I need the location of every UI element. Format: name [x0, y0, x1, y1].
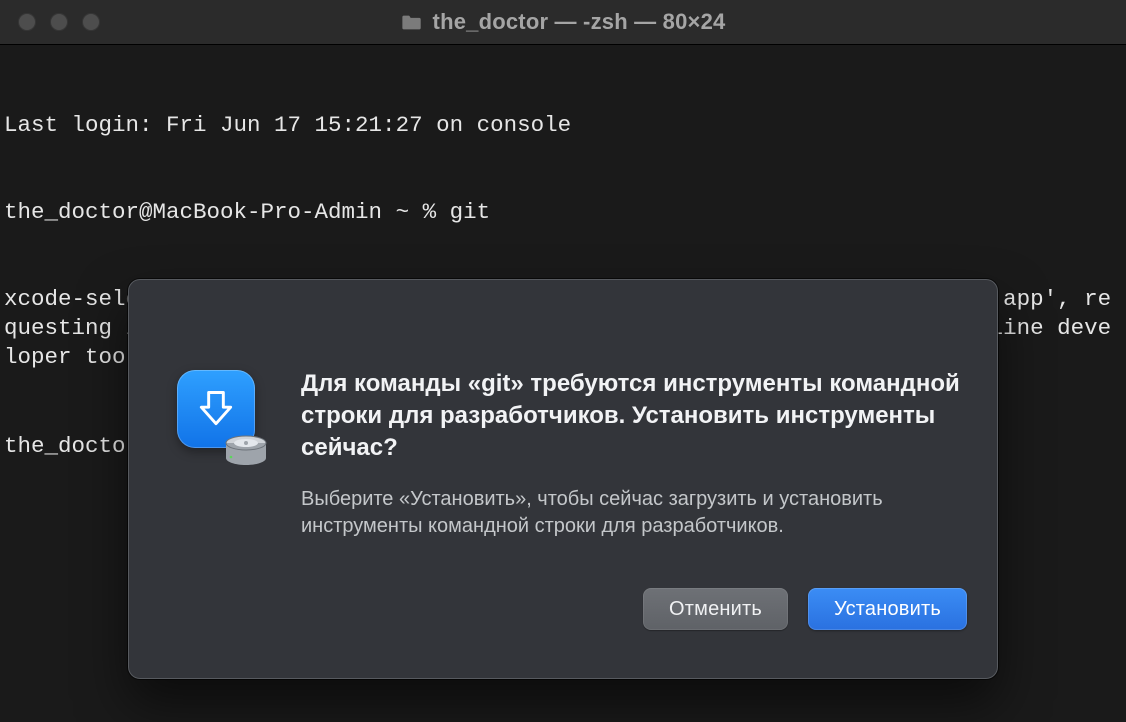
folder-icon	[401, 12, 423, 32]
terminal-line: the_doctor@MacBook-Pro-Admin ~ % git	[4, 198, 1122, 227]
hard-drive-icon	[223, 434, 269, 470]
window-titlebar: the_doctor — -zsh — 80×24	[0, 0, 1126, 45]
dialog-icon-area	[159, 310, 273, 540]
minimize-window-button[interactable]	[50, 13, 68, 31]
window-title-text: the_doctor — -zsh — 80×24	[433, 9, 726, 35]
terminal-area[interactable]: Last login: Fri Jun 17 15:21:27 on conso…	[0, 45, 1126, 722]
dialog-title: Для команды «git» требуются инструменты …	[301, 368, 967, 464]
window-title: the_doctor — -zsh — 80×24	[401, 9, 726, 35]
zoom-window-button[interactable]	[82, 13, 100, 31]
install-button[interactable]: Установить	[808, 588, 967, 630]
cancel-button[interactable]: Отменить	[643, 588, 788, 630]
window-controls	[18, 13, 100, 31]
install-dialog: Для команды «git» требуются инструменты …	[128, 279, 998, 679]
close-window-button[interactable]	[18, 13, 36, 31]
dialog-description: Выберите «Установить», чтобы сейчас загр…	[301, 486, 967, 540]
terminal-line: Last login: Fri Jun 17 15:21:27 on conso…	[4, 111, 1122, 140]
